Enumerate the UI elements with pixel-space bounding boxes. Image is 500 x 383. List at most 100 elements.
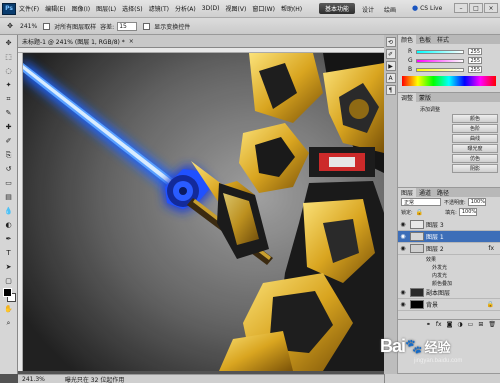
tab-swatches[interactable]: 色板 xyxy=(416,35,434,44)
healing-tool-icon[interactable]: ✚ xyxy=(3,121,15,133)
history-brush-tool-icon[interactable]: ↺ xyxy=(3,163,15,175)
brush-tool-icon[interactable]: ✐ xyxy=(3,135,15,147)
eye-icon[interactable]: ◉ xyxy=(398,221,408,228)
menu-file[interactable]: 文件(F) xyxy=(16,4,42,13)
eyedropper-tool-icon[interactable]: ✎ xyxy=(3,107,15,119)
menu-filter[interactable]: 滤镜(T) xyxy=(146,4,172,13)
slider-track[interactable] xyxy=(416,58,464,63)
menu-edit[interactable]: 编辑(E) xyxy=(42,4,68,13)
paragraph-icon[interactable]: ¶ xyxy=(385,85,396,95)
lock-icon[interactable]: 🔒 xyxy=(416,209,423,216)
menu-help[interactable]: 帮助(H) xyxy=(278,4,305,13)
menu-3d[interactable]: 3D(D) xyxy=(199,5,223,12)
cs-live[interactable]: ● CS Live xyxy=(412,4,442,12)
brush-preset-icon[interactable]: ✐ xyxy=(385,49,396,59)
blend-mode-select[interactable]: 正常 xyxy=(401,198,441,206)
character-icon[interactable]: A xyxy=(385,73,396,83)
eye-icon[interactable]: ◉ xyxy=(398,245,408,252)
document-tab[interactable]: 未标题-1 @ 241% (图层 1, RGB/8) * × xyxy=(18,35,384,48)
blur-tool-icon[interactable]: 💧 xyxy=(3,205,15,217)
stamp-tool-icon[interactable]: ⎘ xyxy=(3,149,15,161)
effect-item[interactable]: 外发光 xyxy=(398,263,500,271)
effect-item[interactable]: 颜色叠加 xyxy=(398,279,500,287)
layer-thumbnail xyxy=(410,244,424,253)
workspace-design-link[interactable]: 设计 xyxy=(362,5,374,14)
status-zoom[interactable]: 241.3% xyxy=(18,376,45,383)
menu-view[interactable]: 视图(V) xyxy=(223,4,250,13)
tab-styles[interactable]: 样式 xyxy=(434,35,452,44)
folder-icon[interactable]: ▭ xyxy=(468,321,474,328)
adjustment-button[interactable]: 曲线 xyxy=(452,134,498,143)
tab-color[interactable]: 颜色 xyxy=(398,35,417,44)
tab-layers[interactable]: 图层 xyxy=(398,188,417,197)
workspace-essentials-button[interactable]: 基本功能 xyxy=(319,3,355,14)
path-select-tool-icon[interactable]: ➤ xyxy=(3,261,15,273)
new-layer-icon[interactable]: ⊞ xyxy=(478,321,483,328)
foreground-color-swatch[interactable] xyxy=(3,288,12,297)
layer-row[interactable]: ◉ 副本图层 xyxy=(398,287,500,299)
menu-analysis[interactable]: 分析(A) xyxy=(172,4,199,13)
layer-row-active[interactable]: ◉ 图层 1 xyxy=(398,231,500,243)
transform-controls-checkbox[interactable] xyxy=(143,22,151,30)
gradient-tool-icon[interactable]: ▤ xyxy=(3,191,15,203)
move-tool-icon[interactable]: ✥ xyxy=(3,37,15,49)
restore-icon[interactable]: □ xyxy=(469,3,483,13)
close-doc-icon[interactable]: × xyxy=(129,38,134,45)
close-icon[interactable]: × xyxy=(484,3,498,13)
menu-select[interactable]: 选择(S) xyxy=(119,4,146,13)
document-canvas[interactable] xyxy=(23,53,384,371)
menu-image[interactable]: 图像(I) xyxy=(69,4,93,13)
tab-paths[interactable]: 路径 xyxy=(434,188,452,197)
link-icon[interactable]: ⚭ xyxy=(426,321,431,328)
type-tool-icon[interactable]: T xyxy=(3,247,15,259)
fx-icon[interactable]: fx xyxy=(488,245,494,252)
minimize-icon[interactable]: – xyxy=(454,3,468,13)
layer-row[interactable]: ◉ 图层 3 xyxy=(398,219,500,231)
adjustment-button[interactable]: 阴影 xyxy=(452,164,498,173)
magic-wand-tool-icon[interactable]: ✦ xyxy=(3,79,15,91)
layer-row[interactable]: ◉ 图层 2 fx xyxy=(398,243,500,255)
adjustment-button[interactable]: 仿色 xyxy=(452,154,498,163)
shape-tool-icon[interactable]: ▢ xyxy=(3,275,15,287)
adjustment-button[interactable]: 颜色 xyxy=(452,114,498,123)
channel-value[interactable]: 255 xyxy=(468,48,482,55)
eye-icon[interactable]: ◉ xyxy=(398,233,408,240)
trash-icon[interactable]: 🗑 xyxy=(488,321,496,328)
color-spectrum[interactable] xyxy=(402,76,496,86)
menu-layer[interactable]: 图层(L) xyxy=(93,4,119,13)
slider-track[interactable] xyxy=(416,49,464,54)
fill-field[interactable]: 100% xyxy=(458,208,477,216)
tab-masks[interactable]: 蒙版 xyxy=(416,93,434,102)
tab-adjustments[interactable]: 调整 xyxy=(398,93,417,102)
channel-value[interactable]: 255 xyxy=(468,66,482,73)
slider-track[interactable] xyxy=(416,67,464,72)
tab-channels[interactable]: 通道 xyxy=(416,188,434,197)
layer-row[interactable]: ◉ 背景 🔒 xyxy=(398,299,500,311)
dodge-tool-icon[interactable]: ◐ xyxy=(3,219,15,231)
menu-window[interactable]: 窗口(W) xyxy=(249,4,278,13)
tolerance-field[interactable]: 15 xyxy=(117,21,138,31)
lasso-tool-icon[interactable]: ◌ xyxy=(3,65,15,77)
move-tool-icon[interactable]: ✥ xyxy=(4,20,16,32)
fx-menu-icon[interactable]: fx xyxy=(436,321,442,328)
adjustment-layer-icon[interactable]: ◑ xyxy=(457,321,462,328)
marquee-tool-icon[interactable]: ⬚ xyxy=(3,51,15,63)
effect-item[interactable]: 内发光 xyxy=(398,271,500,279)
eye-icon[interactable]: ◉ xyxy=(398,301,408,308)
hand-tool-icon[interactable]: ✋ xyxy=(3,303,15,315)
adjustment-button[interactable]: 色阶 xyxy=(452,124,498,133)
mask-icon[interactable]: ◙ xyxy=(447,321,453,328)
channel-value[interactable]: 255 xyxy=(468,57,482,64)
workspace-paint-link[interactable]: 绘画 xyxy=(384,5,396,14)
history-icon[interactable]: ⟲ xyxy=(385,37,396,47)
actions-icon[interactable]: ▶ xyxy=(385,61,396,71)
watermark-brand: Bai xyxy=(380,336,406,356)
crop-tool-icon[interactable]: ⌗ xyxy=(3,93,15,105)
opacity-field[interactable]: 100% xyxy=(467,198,486,206)
adjustment-button[interactable]: 曝光度 xyxy=(452,144,498,153)
zoom-tool-icon[interactable]: ⌕ xyxy=(3,317,15,329)
sample-all-checkbox[interactable] xyxy=(43,22,51,30)
eye-icon[interactable]: ◉ xyxy=(398,289,408,296)
pen-tool-icon[interactable]: ✒ xyxy=(3,233,15,245)
eraser-tool-icon[interactable]: ▭ xyxy=(3,177,15,189)
